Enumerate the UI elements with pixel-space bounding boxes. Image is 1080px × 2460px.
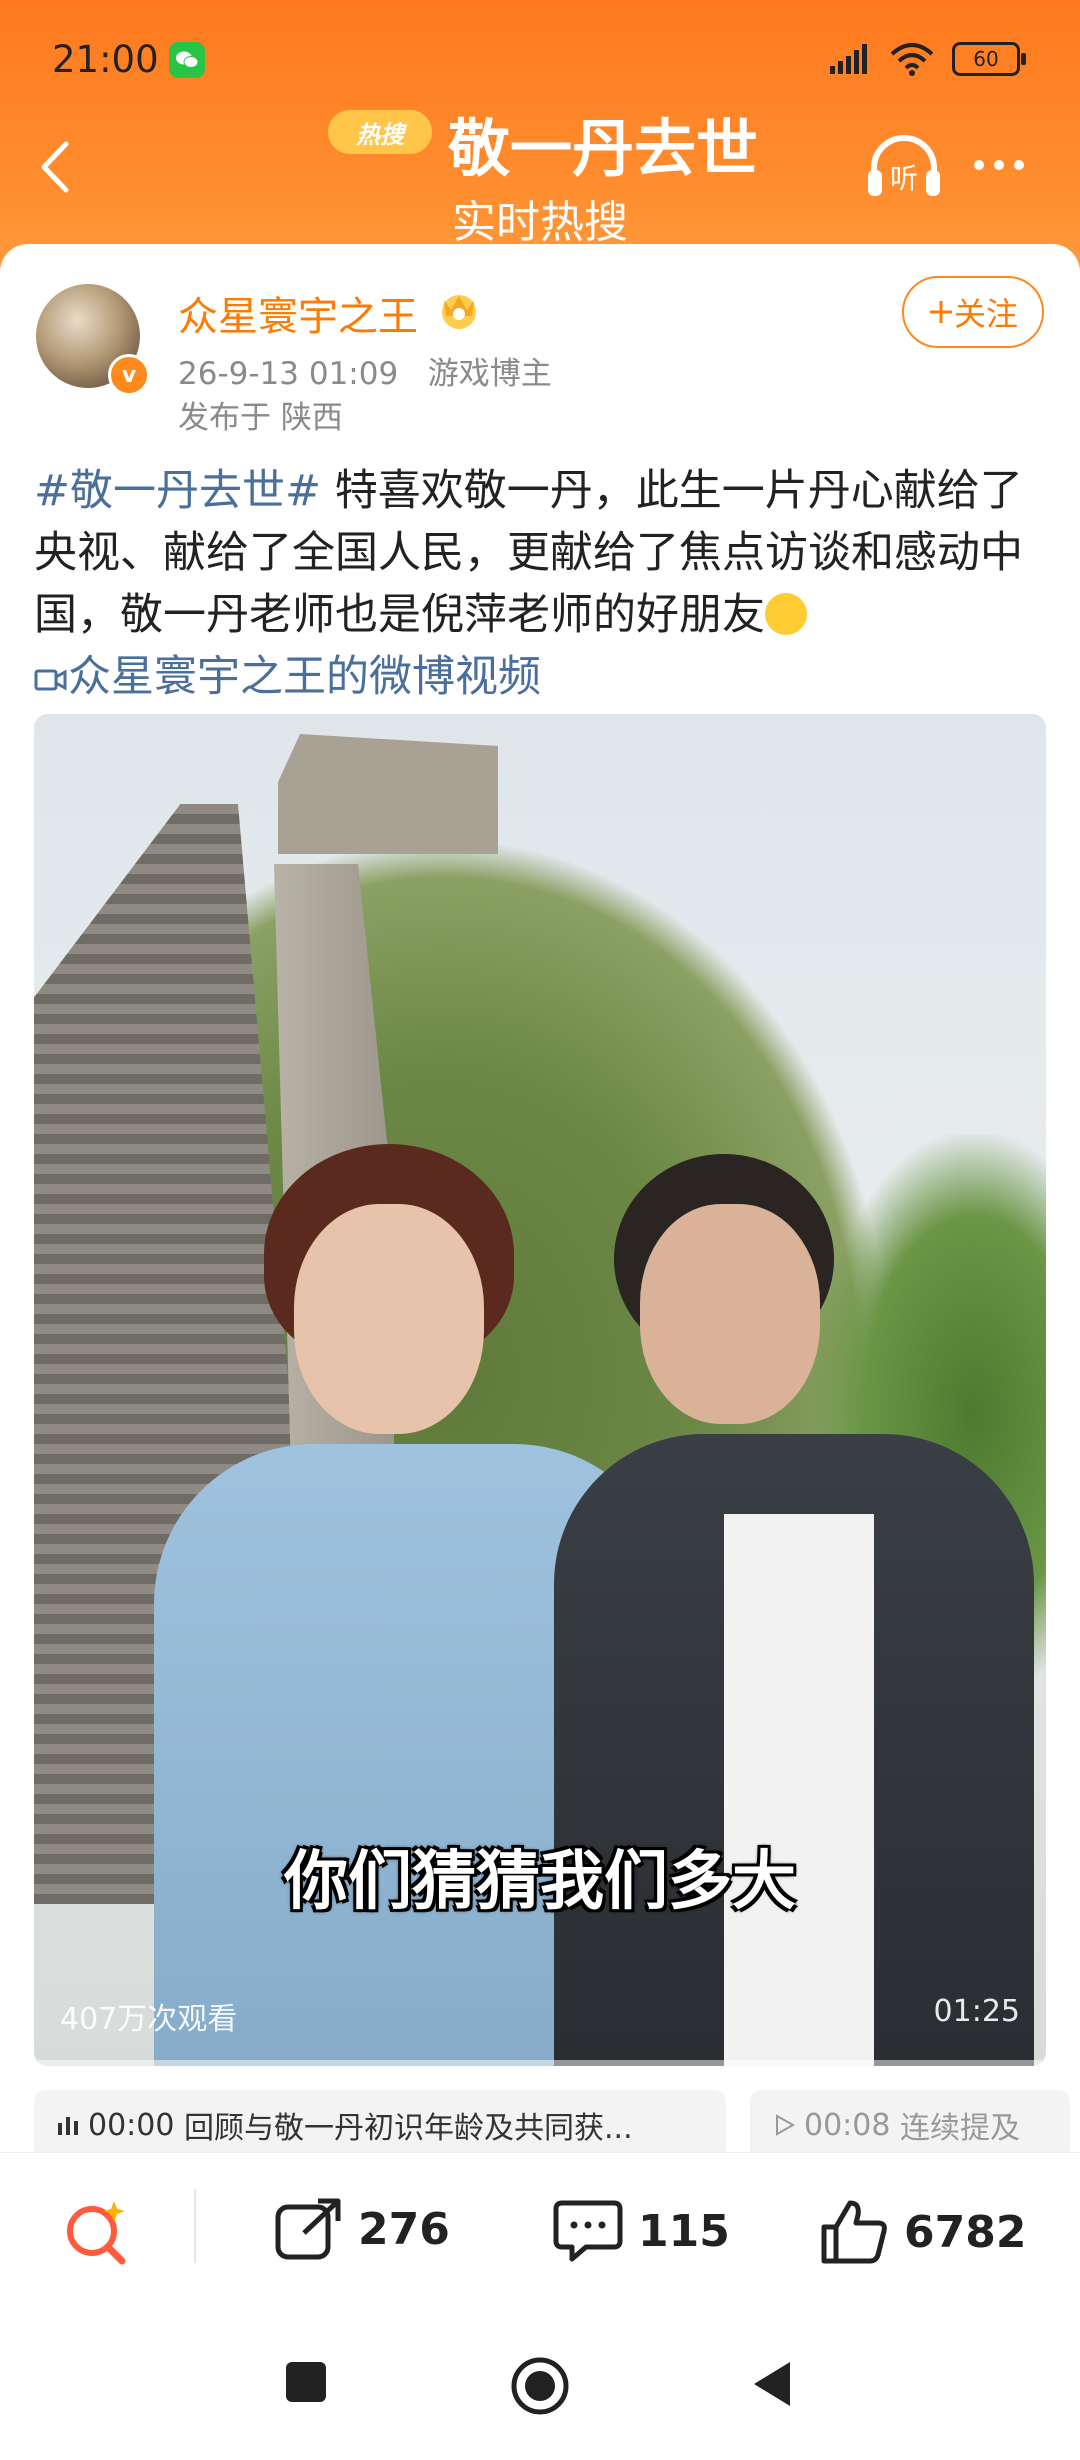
search-icon (67, 2201, 126, 2265)
play-icon (776, 2114, 796, 2136)
recent-apps-button[interactable] (284, 2360, 328, 2408)
view-count: 407万次观看 (60, 2002, 238, 2037)
crown-badge-icon (436, 290, 482, 334)
chapter-title: 连续提及 (900, 2111, 1021, 2146)
like-count: 6782 (904, 2206, 1027, 2258)
battery-level: 60 (973, 47, 999, 71)
listen-button[interactable]: 听 (866, 132, 942, 206)
post-location: 发布于 陕西 (178, 400, 343, 436)
verified-badge-icon: v (108, 354, 150, 396)
action-bar: 276 115 6782 (0, 2152, 1080, 2303)
audio-bars-icon (58, 2117, 78, 2135)
post-source: 游戏博主 (427, 356, 552, 392)
video-subtitle: 你们猜猜我们多大 (284, 1845, 796, 1919)
circle-icon (511, 2357, 569, 2415)
author-name[interactable]: 众星寰宇之王 (178, 284, 418, 342)
hashtag-link[interactable]: #敬一丹去世# (34, 466, 321, 516)
hot-badge-label: 热搜 (356, 120, 404, 149)
more-options-button[interactable] (974, 160, 1024, 170)
status-time: 21:00 (52, 38, 159, 81)
headphones-icon: 听 (868, 135, 940, 196)
video-link[interactable]: 众星寰宇之王的微博视频 (34, 652, 541, 702)
chapter-item[interactable]: 00:00 回顾与敬一丹初识年龄及共同获... (34, 2090, 726, 2160)
watchtower (278, 734, 498, 854)
wifi-icon (890, 43, 934, 76)
share-count: 276 (358, 2203, 450, 2255)
signal-icon (830, 44, 867, 74)
comment-count: 115 (638, 2205, 730, 2257)
back-nav-button[interactable] (750, 2360, 794, 2412)
share-button[interactable]: 276 (274, 2197, 450, 2261)
system-navigation-bar (0, 2320, 1080, 2460)
woman-right (554, 1154, 1034, 2066)
chapter-time: 00:00 (88, 2107, 175, 2143)
topic-title: 敬一丹去世 (448, 112, 759, 185)
listen-label: 听 (890, 162, 918, 195)
thumbs-up-icon (821, 2200, 887, 2264)
share-icon (275, 2198, 341, 2260)
topic-header: 21:00 60 热搜 敬一丹去世 实时热搜 听 (0, 0, 1080, 270)
comment-icon (553, 2200, 623, 2262)
video-progress-bar[interactable] (34, 2060, 1046, 2066)
like-button[interactable]: 6782 (818, 2197, 1026, 2267)
chapter-time: 00:08 (804, 2107, 891, 2143)
post-time: 26-9-13 01:09 (178, 356, 399, 392)
search-button[interactable] (62, 2197, 134, 2269)
post-text: #敬一丹去世# 特喜欢敬一丹，此生一片丹心献给了央视、献给了全国人民，更献给了焦… (34, 460, 1054, 708)
square-icon (286, 2362, 326, 2402)
battery-icon: 60 (952, 42, 1026, 76)
video-player[interactable]: 你们猜猜我们多大 407万次观看 01:25 (34, 714, 1046, 2066)
chapter-title: 回顾与敬一丹初识年龄及共同获... (184, 2111, 633, 2146)
post-meta: 26-9-13 01:09 游戏博主 (178, 348, 552, 393)
status-bar-right: 60 (828, 42, 1026, 76)
video-camera-icon (34, 669, 67, 691)
status-bar-left: 21:00 (52, 38, 205, 81)
chapter-item[interactable]: 00:08 连续提及 (750, 2090, 1070, 2160)
wechat-notification-icon (168, 41, 205, 78)
comment-button[interactable]: 115 (552, 2197, 730, 2265)
follow-label: 关注 (953, 295, 1018, 333)
follow-button[interactable]: 关注 (902, 276, 1044, 348)
video-link-label: 众星寰宇之王的微博视频 (68, 652, 541, 702)
hot-search-badge: 热搜 (328, 110, 432, 154)
triangle-back-icon (754, 2362, 790, 2406)
plus-icon (929, 301, 952, 323)
video-duration: 01:25 (933, 1994, 1020, 2029)
crying-emoji-icon (765, 593, 807, 635)
home-button[interactable] (510, 2356, 570, 2420)
